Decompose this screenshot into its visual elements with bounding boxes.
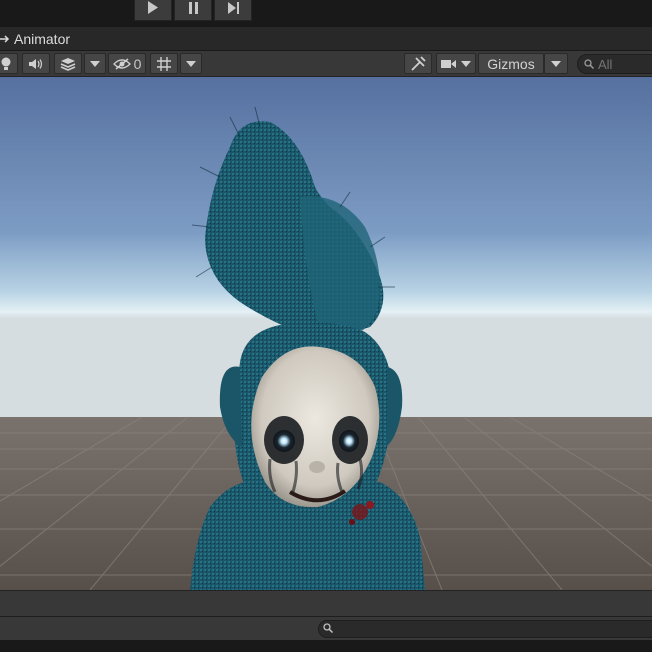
chevron-down-icon xyxy=(90,60,100,67)
visibility-icon xyxy=(112,57,131,70)
play-toolbar xyxy=(0,0,652,27)
animation-panel-header xyxy=(0,590,652,617)
tab-animator-label: Animator xyxy=(14,31,71,47)
gizmos-label: Gizmos xyxy=(487,55,535,72)
chevron-down-icon xyxy=(551,60,561,67)
gizmos-toggle[interactable]: Gizmos xyxy=(478,53,544,74)
effects-dropdown[interactable] xyxy=(84,53,106,74)
grid-dropdown[interactable] xyxy=(180,53,202,74)
grid-icon xyxy=(156,56,172,72)
lighting-toggle[interactable] xyxy=(0,53,18,74)
scene-search[interactable] xyxy=(577,54,652,74)
search-icon xyxy=(584,57,595,72)
hidden-objects-toggle[interactable]: 0 xyxy=(108,53,146,74)
bottom-search[interactable] xyxy=(318,620,652,638)
audio-toggle[interactable] xyxy=(22,53,50,74)
lighting-icon xyxy=(0,57,12,71)
pause-button[interactable] xyxy=(174,0,212,21)
audio-icon xyxy=(28,58,44,70)
pause-icon xyxy=(188,1,199,19)
tab-bar: Animator xyxy=(0,27,652,51)
scene-render xyxy=(0,77,652,590)
step-icon xyxy=(227,1,240,19)
scene-toolbar: 0 Gizmos xyxy=(0,51,652,77)
effects-icon xyxy=(60,57,76,71)
bottom-search-input[interactable] xyxy=(337,622,637,636)
play-icon xyxy=(147,1,159,19)
animator-icon xyxy=(0,32,10,47)
gizmos-dropdown[interactable] xyxy=(544,53,568,74)
hidden-count: 0 xyxy=(133,55,142,72)
scene-search-input[interactable] xyxy=(598,56,648,72)
tools-icon xyxy=(410,55,426,72)
camera-dropdown[interactable] xyxy=(436,53,476,74)
chevron-down-icon xyxy=(186,60,196,67)
tab-animator[interactable]: Animator xyxy=(0,27,70,51)
animation-panel-toolbar xyxy=(0,617,652,640)
grid-toggle[interactable] xyxy=(150,53,178,74)
camera-icon xyxy=(441,58,457,70)
bottom-edge xyxy=(0,640,652,652)
step-button[interactable] xyxy=(214,0,252,21)
effects-toggle[interactable] xyxy=(54,53,82,74)
scene-viewport[interactable] xyxy=(0,77,652,590)
play-button[interactable] xyxy=(134,0,172,21)
tools-button[interactable] xyxy=(404,53,432,74)
chevron-down-icon xyxy=(461,60,471,67)
search-icon xyxy=(323,620,334,638)
